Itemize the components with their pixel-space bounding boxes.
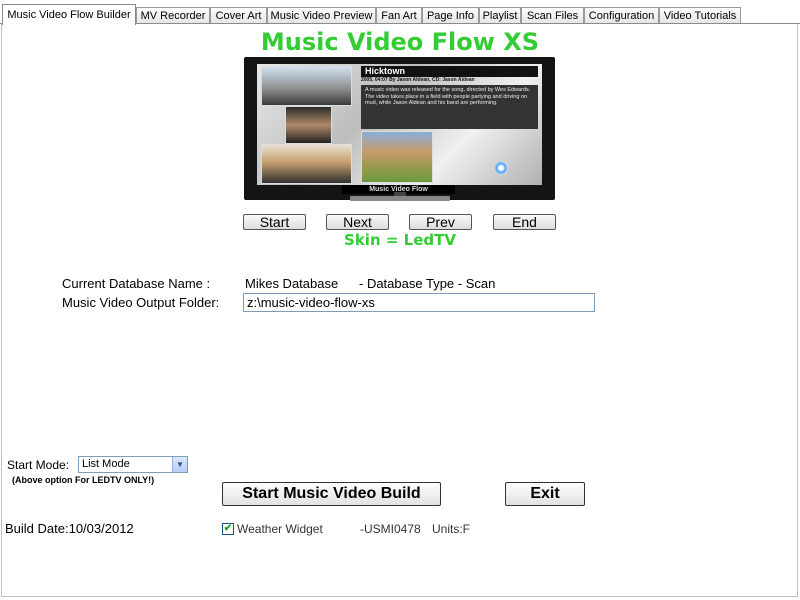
start-mode-select[interactable]: List Mode ▼	[78, 456, 188, 473]
weather-widget-label: Weather Widget	[237, 522, 323, 536]
tab-video-tutorials[interactable]: Video Tutorials	[659, 7, 741, 23]
start-button[interactable]: Start	[243, 214, 306, 230]
skin-label: Skin = LedTV	[344, 231, 456, 249]
exit-button[interactable]: Exit	[505, 482, 585, 506]
next-button[interactable]: Next	[326, 214, 389, 230]
preview-thumbnail-3	[261, 144, 352, 184]
preview-song-title: Hicktown	[361, 66, 538, 77]
start-build-button[interactable]: Start Music Video Build	[222, 482, 441, 506]
disc-icon	[494, 161, 508, 175]
start-mode-label: Start Mode:	[7, 458, 70, 472]
tab-music-video-flow-builder[interactable]: Music Video Flow Builder	[2, 4, 136, 25]
preview-description: A music video was released for the song,…	[361, 85, 538, 129]
output-folder-label: Music Video Output Folder:	[62, 295, 220, 310]
database-name-value: Mikes Database	[245, 276, 339, 291]
end-button[interactable]: End	[493, 214, 556, 230]
prev-button[interactable]: Prev	[409, 214, 472, 230]
preview-thumbnail-2	[285, 106, 332, 144]
weather-widget-checkbox[interactable]: ✔	[222, 523, 234, 535]
tab-cover-art[interactable]: Cover Art	[210, 7, 267, 23]
weather-location-code: -USMI0478	[360, 522, 421, 536]
preview-thumbnail-4	[361, 131, 433, 183]
tab-configuration[interactable]: Configuration	[584, 7, 659, 23]
weather-units: Units:F	[432, 522, 471, 536]
tab-mv-recorder[interactable]: MV Recorder	[136, 7, 210, 23]
build-date: Build Date:10/03/2012	[5, 521, 134, 536]
preview-song-meta: 2005, 04:07 By Jason Aldean, CD: Jason A…	[361, 77, 475, 83]
chevron-down-icon[interactable]: ▼	[172, 457, 187, 472]
start-mode-selected: List Mode	[82, 458, 130, 470]
tab-scan-files[interactable]: Scan Files	[521, 7, 584, 23]
database-type-text: - Database Type - Scan	[359, 276, 496, 291]
tab-page-info[interactable]: Page Info	[422, 7, 479, 23]
tab-strip: Music Video Flow Builder MV Recorder Cov…	[0, 0, 800, 25]
tv-stand	[350, 196, 450, 201]
tab-fan-art[interactable]: Fan Art	[376, 7, 422, 23]
tab-music-video-preview[interactable]: Music Video Preview	[267, 7, 376, 23]
app-title: Music Video Flow XS	[260, 28, 540, 56]
start-mode-note: (Above option For LEDTV ONLY!)	[12, 475, 155, 485]
tab-playlist[interactable]: Playlist	[479, 7, 521, 23]
output-folder-field[interactable]: z:\music-video-flow-xs	[243, 293, 595, 312]
preview-thumbnail-1	[261, 66, 352, 106]
tv-preview-screen: Hicktown 2005, 04:07 By Jason Aldean, CD…	[257, 64, 542, 185]
database-name-label: Current Database Name :	[62, 276, 211, 291]
